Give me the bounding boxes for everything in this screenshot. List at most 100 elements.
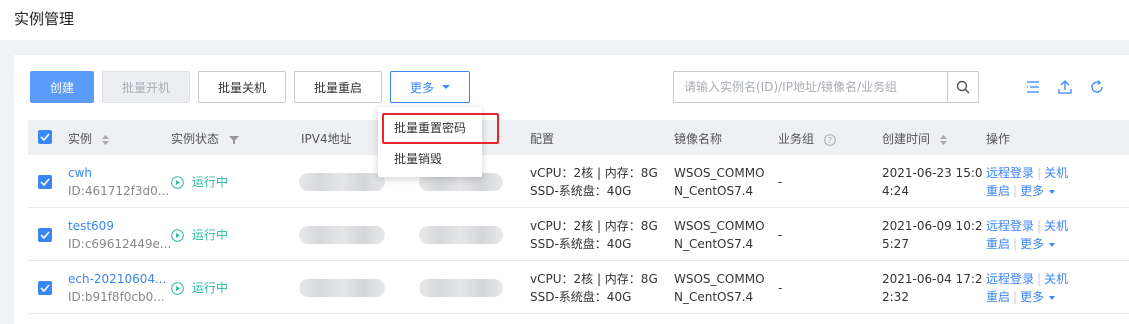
status-text: 运行中 — [192, 228, 229, 242]
shutdown-link[interactable]: 关机 — [1044, 166, 1068, 180]
restart-link[interactable]: 重启 — [986, 237, 1010, 251]
status-text: 运行中 — [192, 281, 229, 295]
chevron-down-icon — [1049, 242, 1056, 247]
ipv4-address-redacted — [299, 173, 385, 191]
status-text: 运行中 — [192, 175, 229, 189]
list-settings-icon[interactable] — [1025, 79, 1041, 95]
instance-id: ID:461712f3d0... — [68, 184, 170, 198]
row-actions-line2: 重启 | 更多 — [986, 288, 1056, 306]
search-box — [673, 71, 979, 103]
remote-login-link[interactable]: 远程登录 — [986, 272, 1034, 286]
page-title: 实例管理 — [14, 10, 75, 28]
status-badge: 运行中 — [171, 173, 228, 191]
table-header: 实例 实例状态 IPV4地址 配置 镜像名称 业务组 ? 创建时间 操作 — [28, 120, 1129, 155]
config-disk: SSD-系统盘：40G — [530, 237, 632, 251]
help-circle-icon[interactable]: ? — [824, 133, 836, 146]
row-checkbox[interactable] — [38, 228, 52, 242]
row-checkbox[interactable] — [38, 281, 52, 295]
row-actions-line1: 远程登录 | 关机 — [986, 166, 1069, 180]
image-name-line1: WSOS_COMMO — [674, 166, 765, 180]
image-name-line1: WSOS_COMMO — [674, 219, 765, 233]
ipv4-address-redacted — [299, 279, 385, 297]
more-actions-link[interactable]: 更多 — [1020, 237, 1056, 251]
play-circle-icon — [171, 228, 184, 242]
created-time-line2: 2:32 — [882, 290, 909, 304]
play-circle-icon — [171, 175, 184, 189]
create-button[interactable]: 创建 — [30, 71, 94, 103]
sort-icon — [939, 134, 947, 145]
row-actions-line2: 重启 | 更多 — [986, 235, 1056, 253]
column-ipv4: IPV4地址 — [301, 132, 352, 146]
created-time-line1: 2021-06-23 15:0 — [882, 166, 983, 180]
page-header: 实例管理 — [0, 0, 1129, 40]
refresh-icon[interactable] — [1089, 79, 1105, 95]
chevron-down-icon — [1049, 295, 1056, 300]
restart-link[interactable]: 重启 — [986, 184, 1010, 198]
instance-id: ID:b91f8f0cb0... — [68, 290, 165, 304]
column-group-label: 业务组 — [778, 132, 815, 146]
created-time-line1: 2021-06-09 10:2 — [882, 219, 983, 233]
table-row: test609 ID:c69612449e... 运行中 vCPU：2核 | 内… — [28, 208, 1129, 261]
image-name-line2: N_CentOS7.4 — [674, 237, 754, 251]
ipv4-address-redacted — [299, 226, 385, 244]
image-name-line2: N_CentOS7.4 — [674, 184, 754, 198]
instance-name-link[interactable]: cwh — [68, 164, 92, 182]
status-badge: 运行中 — [171, 226, 228, 244]
checkmark-icon — [40, 178, 50, 186]
chevron-down-icon — [1049, 189, 1056, 194]
more-actions-link[interactable]: 更多 — [1020, 184, 1056, 198]
upload-icon[interactable] — [1057, 79, 1073, 95]
instance-name-link[interactable]: ech-20210604... — [68, 270, 166, 288]
menu-item-batch-destroy[interactable]: 批量销毁 — [378, 143, 482, 173]
row-actions-line1: 远程登录 | 关机 — [986, 272, 1069, 286]
more-actions-link[interactable]: 更多 — [1020, 290, 1056, 304]
checkmark-icon — [40, 284, 50, 292]
more-actions-label: 更多 — [1020, 184, 1045, 198]
image-name-line1: WSOS_COMMO — [674, 272, 765, 286]
select-all-checkbox[interactable] — [38, 130, 52, 144]
column-status[interactable]: 实例状态 — [171, 130, 239, 147]
config-disk: SSD-系统盘：40G — [530, 290, 632, 304]
more-actions-label: 更多 — [1020, 237, 1045, 251]
table-row: ech-20210604... ID:b91f8f0cb0... 运行中 vCP… — [28, 261, 1129, 314]
shutdown-link[interactable]: 关机 — [1044, 272, 1068, 286]
business-group: - — [778, 281, 783, 295]
batch-stop-button[interactable]: 批量关机 — [198, 71, 286, 103]
column-created-label: 创建时间 — [882, 132, 931, 146]
config-disk: SSD-系统盘：40G — [530, 184, 632, 198]
highlight-annotation — [382, 113, 499, 144]
more-actions-label: 更多 — [1020, 290, 1045, 304]
checkmark-icon — [40, 133, 50, 141]
column-actions: 操作 — [986, 132, 1011, 146]
restart-link[interactable]: 重启 — [986, 290, 1010, 304]
play-circle-icon — [171, 281, 184, 295]
ipv4-address-redacted — [419, 279, 503, 297]
checkmark-icon — [40, 231, 50, 239]
more-button-label: 更多 — [409, 80, 434, 95]
ipv4-address-redacted — [419, 226, 503, 244]
status-badge: 运行中 — [171, 279, 228, 297]
business-group: - — [778, 228, 783, 242]
instance-id: ID:c69612449e... — [68, 237, 172, 251]
more-dropdown-button[interactable]: 更多 — [390, 71, 470, 103]
table-row: cwh ID:461712f3d0... 运行中 vCPU：2核 | 内存：8G… — [28, 155, 1129, 208]
created-time-line1: 2021-06-04 17:2 — [882, 272, 983, 286]
batch-start-button[interactable]: 批量开机 — [102, 71, 190, 103]
batch-restart-button[interactable]: 批量重启 — [294, 71, 382, 103]
filter-icon — [228, 135, 239, 144]
search-input[interactable] — [674, 72, 947, 102]
remote-login-link[interactable]: 远程登录 — [986, 219, 1034, 233]
chevron-down-icon — [442, 85, 450, 89]
instance-name-link[interactable]: test609 — [68, 217, 114, 235]
shutdown-link[interactable]: 关机 — [1044, 219, 1068, 233]
column-group: 业务组 ? — [778, 130, 836, 147]
remote-login-link[interactable]: 远程登录 — [986, 166, 1034, 180]
config-cpu-memory: vCPU：2核 | 内存：8G — [530, 219, 658, 233]
column-created[interactable]: 创建时间 — [882, 130, 947, 147]
image-name-line2: N_CentOS7.4 — [674, 290, 754, 304]
config-cpu-memory: vCPU：2核 | 内存：8G — [530, 272, 658, 286]
row-checkbox[interactable] — [38, 175, 52, 189]
svg-text:?: ? — [828, 136, 832, 145]
column-instance[interactable]: 实例 — [68, 130, 109, 147]
search-button[interactable] — [947, 72, 978, 102]
